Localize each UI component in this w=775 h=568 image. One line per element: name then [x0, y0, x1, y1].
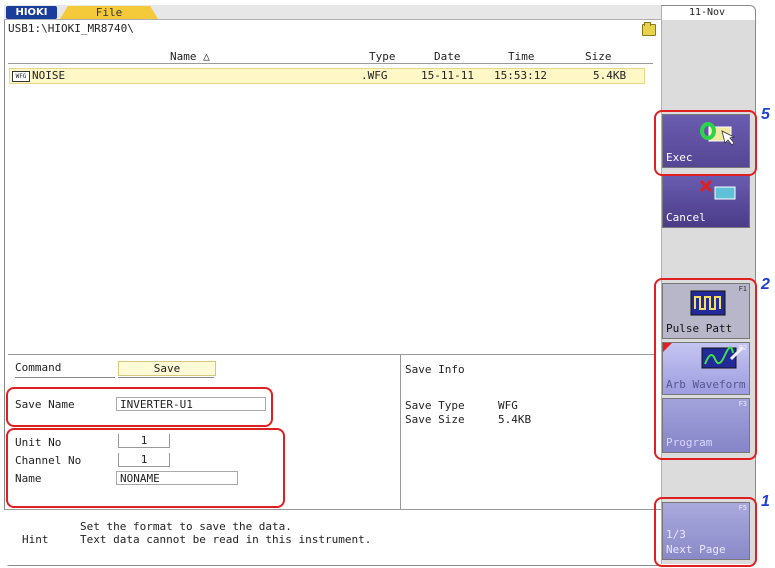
scrolled-row-divider: [15, 377, 115, 383]
file-name: NOISE: [32, 69, 66, 82]
callout-box-exec: [654, 110, 757, 176]
tab-file[interactable]: File: [60, 6, 158, 19]
callout-box-next-page: [654, 497, 757, 567]
hint-label: Hint: [22, 533, 49, 546]
hint-text-line1: Set the format to save the data.: [80, 520, 292, 533]
file-time: 15:53:12: [494, 69, 547, 82]
file-type: .WFG: [361, 69, 388, 82]
cancel-icon: [699, 179, 736, 200]
current-path: USB1:\HIOKI_MR8740\: [8, 22, 134, 35]
callout-box-unit-settings: [6, 428, 285, 508]
wfg-file-icon: WFG: [12, 71, 30, 82]
save-type-value: WFG: [498, 399, 518, 412]
clock-readout: 11-Nov 15:58:46: [661, 6, 752, 32]
hint-text-line2: Text data cannot be read in this instrum…: [80, 533, 372, 546]
command-select[interactable]: Save: [118, 361, 216, 376]
column-date[interactable]: Date: [434, 51, 461, 63]
header-divider: [8, 63, 653, 64]
folder-up-icon[interactable]: [642, 22, 656, 36]
callout-box-save-name: [6, 387, 273, 427]
save-info-panel: [400, 354, 654, 510]
command-label: Command: [15, 361, 62, 374]
column-type[interactable]: Type: [369, 51, 396, 63]
callout-number-5: 5: [761, 106, 770, 123]
hioki-logo: HIOKI: [6, 6, 57, 19]
save-type-label: Save Type: [405, 399, 465, 412]
scrolled-field-divider: [118, 377, 214, 383]
save-info-title: Save Info: [405, 363, 465, 376]
column-name[interactable]: Name △: [170, 51, 210, 63]
callout-box-fkeys: [654, 278, 757, 460]
file-date: 15-11-11: [421, 69, 474, 82]
callout-number-2: 2: [761, 276, 770, 293]
column-size[interactable]: Size: [585, 51, 612, 63]
column-time[interactable]: Time: [508, 51, 535, 63]
save-size-label: Save Size: [405, 413, 465, 426]
callout-number-1: 1: [761, 493, 770, 510]
file-size: 5.4KB: [593, 69, 627, 82]
cancel-label: Cancel: [666, 211, 706, 224]
table-row[interactable]: WFG NOISE .WFG 15-11-11 15:53:12 5.4KB: [9, 68, 645, 84]
file-list-header: Name △ Type Date Time Size: [8, 51, 653, 63]
save-size-value: 5.4KB: [498, 413, 532, 426]
cancel-button[interactable]: Cancel: [662, 174, 750, 228]
